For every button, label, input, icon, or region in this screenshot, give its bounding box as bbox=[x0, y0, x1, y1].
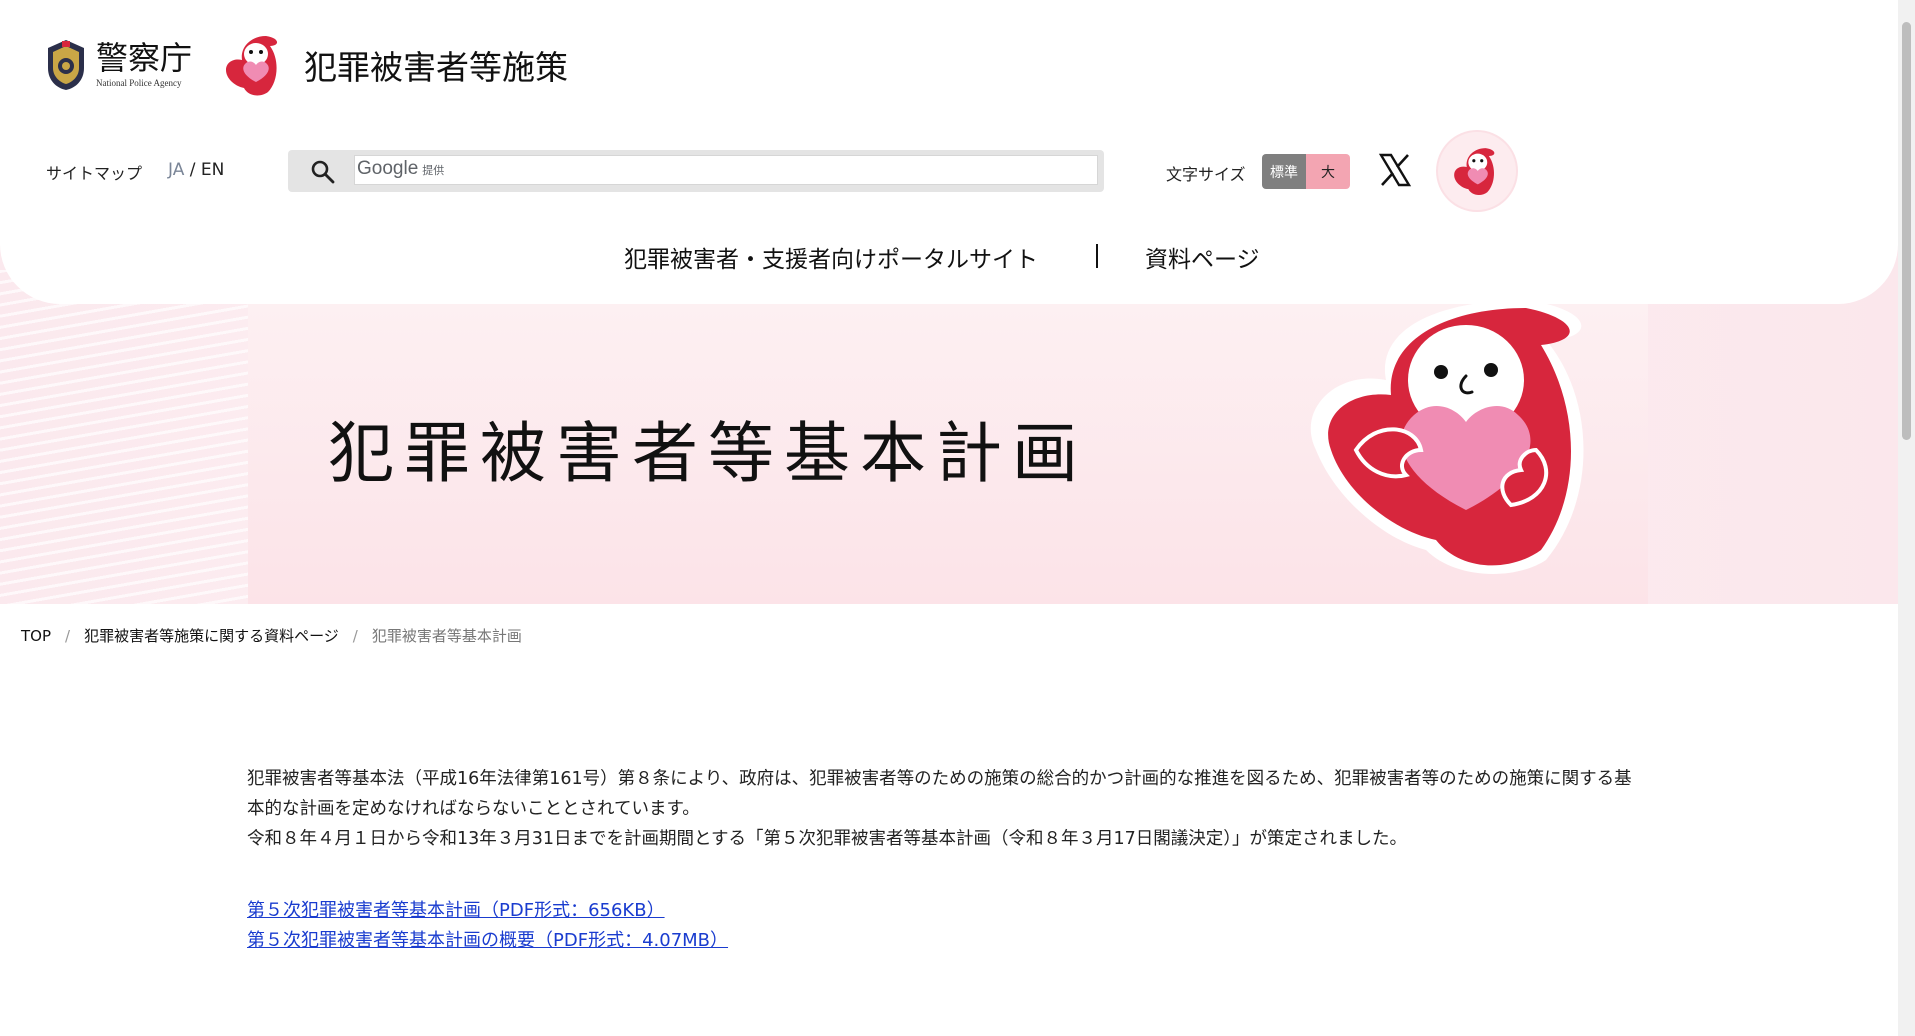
sitemap-link[interactable]: サイトマップ bbox=[46, 160, 142, 184]
utility-bar: サイトマップ JA / EN 文字サイズ 標準 大 bbox=[0, 132, 1898, 210]
document-links: 第５次犯罪被害者等基本計画（PDF形式：656KB） 第５次犯罪被害者等基本計画… bbox=[247, 896, 1647, 956]
lang-separator: / bbox=[184, 160, 201, 180]
npa-logo-link[interactable]: 警察庁 National Police Agency bbox=[44, 38, 192, 92]
nav-docs-link[interactable]: 資料ページ bbox=[1145, 240, 1260, 274]
lang-en-link[interactable]: EN bbox=[201, 160, 224, 180]
hero-stripes bbox=[0, 270, 260, 604]
scrollbar[interactable] bbox=[1898, 0, 1915, 1036]
scrollbar-thumb[interactable] bbox=[1902, 22, 1911, 440]
policy-logo-link[interactable]: 犯罪被害者等施策 bbox=[222, 32, 568, 98]
plan-pdf-link[interactable]: 第５次犯罪被害者等基本計画（PDF形式：656KB） bbox=[247, 896, 665, 926]
npa-logo-english: National Police Agency bbox=[96, 78, 182, 88]
nav-portal-link[interactable]: 犯罪被害者・支援者向けポータルサイト bbox=[624, 240, 1038, 274]
font-size-label: 文字サイズ bbox=[1166, 165, 1246, 184]
mascot-logo-icon bbox=[226, 36, 278, 96]
font-size-large-button[interactable]: 大 bbox=[1306, 154, 1350, 189]
breadcrumb-top-link[interactable]: TOP bbox=[21, 627, 51, 645]
breadcrumb-current: 犯罪被害者等基本計画 bbox=[371, 627, 522, 645]
mascot-illustration bbox=[1310, 300, 1584, 574]
policy-logo-text: 犯罪被害者等施策 bbox=[304, 48, 568, 87]
mascot-button[interactable] bbox=[1438, 132, 1516, 210]
site-header: 警察庁 National Police Agency 犯罪被害者等施策 サイトマ… bbox=[0, 0, 1898, 304]
breadcrumb-docs-link[interactable]: 犯罪被害者等施策に関する資料ページ bbox=[84, 625, 339, 646]
mascot-icon bbox=[1454, 148, 1495, 196]
breadcrumb-separator: / bbox=[65, 626, 71, 645]
main-content: 犯罪被害者等基本法（平成16年法律第161号）第８条により、政府は、犯罪被害者等… bbox=[247, 764, 1647, 956]
nav-divider bbox=[1096, 244, 1098, 268]
main-nav: 犯罪被害者・支援者向けポータルサイト 資料ページ bbox=[0, 236, 1898, 276]
lang-ja-link[interactable]: JA bbox=[168, 160, 184, 180]
plan-summary-pdf-link[interactable]: 第５次犯罪被害者等基本計画の概要（PDF形式：4.07MB） bbox=[247, 926, 728, 956]
breadcrumb-separator: / bbox=[352, 626, 358, 645]
x-twitter-icon[interactable] bbox=[1378, 152, 1412, 188]
plan-paragraph: 令和８年４月１日から令和13年３月31日までを計画期間とする「第５次犯罪被害者等… bbox=[247, 829, 1408, 849]
language-switcher: JA / EN bbox=[168, 160, 224, 180]
search-icon[interactable] bbox=[310, 159, 336, 185]
search-box bbox=[288, 150, 1104, 192]
page-title: 犯罪被害者等基本計画 bbox=[328, 415, 1088, 492]
intro-paragraph: 犯罪被害者等基本法（平成16年法律第161号）第８条により、政府は、犯罪被害者等… bbox=[247, 769, 1632, 819]
search-input[interactable] bbox=[354, 155, 1098, 185]
breadcrumb: TOP / 犯罪被害者等施策に関する資料ページ / 犯罪被害者等基本計画 bbox=[21, 625, 522, 646]
npa-logo-text: 警察庁 bbox=[96, 39, 193, 77]
police-emblem-icon bbox=[48, 40, 84, 90]
font-size-standard-button[interactable]: 標準 bbox=[1262, 154, 1306, 189]
